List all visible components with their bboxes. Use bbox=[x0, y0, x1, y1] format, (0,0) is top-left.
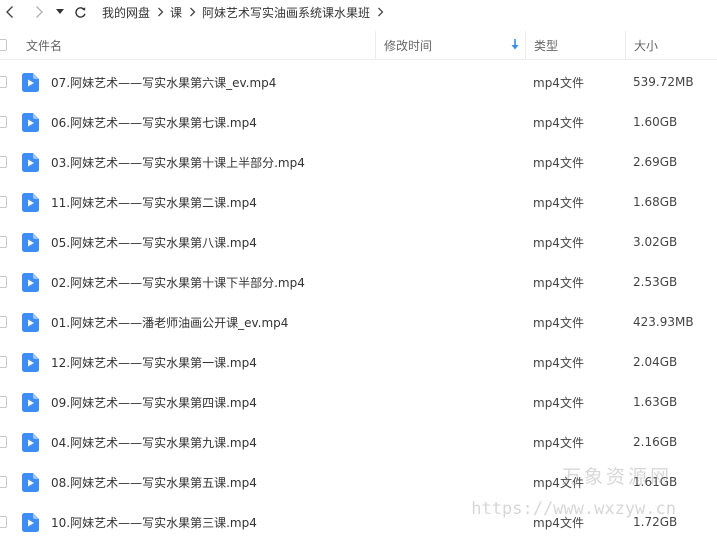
row-checkbox[interactable] bbox=[0, 422, 8, 462]
file-type: mp4文件 bbox=[533, 195, 584, 210]
row-checkbox[interactable] bbox=[0, 382, 8, 422]
file-size: 2.69GB bbox=[633, 155, 678, 169]
breadcrumb-item-course[interactable]: 课 bbox=[170, 4, 182, 21]
file-name[interactable]: 11.阿妹艺术——写实水果第二课.mp4 bbox=[51, 182, 257, 222]
file-name[interactable]: 05.阿妹艺术——写实水果第八课.mp4 bbox=[51, 222, 257, 262]
video-file-icon bbox=[22, 142, 40, 182]
row-checkbox[interactable] bbox=[0, 142, 8, 182]
chevron-right-icon[interactable] bbox=[28, 0, 50, 24]
file-type: mp4文件 bbox=[533, 275, 584, 290]
file-type: mp4文件 bbox=[533, 115, 584, 130]
column-header-type[interactable]: 类型 bbox=[525, 31, 625, 59]
video-file-icon bbox=[22, 502, 40, 541]
file-size: 3.02GB bbox=[633, 235, 678, 249]
file-size: 1.63GB bbox=[633, 395, 678, 409]
row-checkbox[interactable] bbox=[0, 302, 8, 342]
video-file-icon bbox=[22, 302, 40, 342]
video-file-icon bbox=[22, 262, 40, 302]
file-name[interactable]: 06.阿妹艺术——写实水果第七课.mp4 bbox=[51, 102, 257, 142]
file-row[interactable]: 05.阿妹艺术——写实水果第八课.mp4 mp4文件 3.02GB bbox=[0, 222, 717, 262]
video-file-icon bbox=[22, 62, 40, 102]
file-row[interactable]: 03.阿妹艺术——写实水果第十课上半部分.mp4 mp4文件 2.69GB bbox=[0, 142, 717, 182]
file-row[interactable]: 12.阿妹艺术——写实水果第一课.mp4 mp4文件 2.04GB bbox=[0, 342, 717, 382]
file-name[interactable]: 09.阿妹艺术——写实水果第四课.mp4 bbox=[51, 382, 257, 422]
file-row[interactable]: 01.阿妹艺术——潘老师油画公开课_ev.mp4 mp4文件 423.93MB bbox=[0, 302, 717, 342]
refresh-icon[interactable] bbox=[70, 0, 90, 24]
file-size: 2.16GB bbox=[633, 435, 678, 449]
file-type: mp4文件 bbox=[533, 155, 584, 170]
file-name[interactable]: 02.阿妹艺术——写实水果第十课下半部分.mp4 bbox=[51, 262, 305, 302]
row-checkbox[interactable] bbox=[0, 502, 8, 541]
row-checkbox[interactable] bbox=[0, 462, 8, 502]
file-name[interactable]: 12.阿妹艺术——写实水果第一课.mp4 bbox=[51, 342, 257, 382]
chevron-right-icon bbox=[150, 0, 170, 24]
file-size: 1.61GB bbox=[633, 475, 678, 489]
chevron-right-icon bbox=[182, 0, 202, 24]
video-file-icon bbox=[22, 222, 40, 262]
file-type: mp4文件 bbox=[533, 475, 584, 490]
file-type: mp4文件 bbox=[533, 355, 584, 370]
file-row[interactable]: 07.阿妹艺术——写实水果第六课_ev.mp4 mp4文件 539.72MB bbox=[0, 62, 717, 102]
row-checkbox[interactable] bbox=[0, 342, 8, 382]
breadcrumb: 我的网盘 课 阿妹艺术写实油画系统课水果班 bbox=[102, 0, 390, 24]
select-all-checkbox[interactable] bbox=[0, 31, 8, 59]
file-row[interactable]: 10.阿妹艺术——写实水果第三课.mp4 mp4文件 1.72GB bbox=[0, 502, 717, 541]
file-row[interactable]: 08.阿妹艺术——写实水果第五课.mp4 mp4文件 1.61GB bbox=[0, 462, 717, 502]
file-name[interactable]: 01.阿妹艺术——潘老师油画公开课_ev.mp4 bbox=[51, 302, 288, 342]
navigation-bar: 我的网盘 课 阿妹艺术写实油画系统课水果班 bbox=[0, 0, 717, 24]
file-size: 2.53GB bbox=[633, 275, 678, 289]
file-size: 1.72GB bbox=[633, 515, 678, 529]
file-type: mp4文件 bbox=[533, 515, 584, 530]
video-file-icon bbox=[22, 462, 40, 502]
column-header-modified-time-label: 修改时间 bbox=[384, 38, 433, 53]
file-name[interactable]: 04.阿妹艺术——写实水果第九课.mp4 bbox=[51, 422, 257, 462]
video-file-icon bbox=[22, 102, 40, 142]
chevron-right-icon[interactable] bbox=[370, 0, 390, 24]
file-list-header: 文件名 修改时间 类型 大小 bbox=[0, 31, 717, 60]
sort-down-arrow-icon bbox=[511, 39, 519, 53]
file-row[interactable]: 06.阿妹艺术——写实水果第七课.mp4 mp4文件 1.60GB bbox=[0, 102, 717, 142]
file-type: mp4文件 bbox=[533, 315, 584, 330]
video-file-icon bbox=[22, 182, 40, 222]
file-list: 07.阿妹艺术——写实水果第六课_ev.mp4 mp4文件 539.72MB 06.阿… bbox=[0, 62, 717, 541]
caret-down-icon[interactable] bbox=[54, 0, 66, 24]
file-size: 2.04GB bbox=[633, 355, 678, 369]
file-type: mp4文件 bbox=[533, 395, 584, 410]
row-checkbox[interactable] bbox=[0, 102, 8, 142]
file-type: mp4文件 bbox=[533, 235, 584, 250]
chevron-left-icon[interactable] bbox=[0, 0, 20, 24]
file-name[interactable]: 07.阿妹艺术——写实水果第六课_ev.mp4 bbox=[51, 62, 276, 102]
file-type: mp4文件 bbox=[533, 435, 584, 450]
column-header-name[interactable]: 文件名 bbox=[26, 31, 376, 59]
row-checkbox[interactable] bbox=[0, 182, 8, 222]
row-checkbox[interactable] bbox=[0, 62, 8, 102]
file-size: 1.68GB bbox=[633, 195, 678, 209]
file-row[interactable]: 09.阿妹艺术——写实水果第四课.mp4 mp4文件 1.63GB bbox=[0, 382, 717, 422]
file-row[interactable]: 04.阿妹艺术——写实水果第九课.mp4 mp4文件 2.16GB bbox=[0, 422, 717, 462]
column-header-size[interactable]: 大小 bbox=[625, 31, 717, 59]
file-name[interactable]: 08.阿妹艺术——写实水果第五课.mp4 bbox=[51, 462, 257, 502]
file-type: mp4文件 bbox=[533, 75, 584, 90]
file-size: 539.72MB bbox=[633, 75, 694, 89]
file-name[interactable]: 10.阿妹艺术——写实水果第三课.mp4 bbox=[51, 502, 257, 541]
video-file-icon bbox=[22, 422, 40, 462]
file-size: 1.60GB bbox=[633, 115, 678, 129]
breadcrumb-item-my-disk[interactable]: 我的网盘 bbox=[102, 4, 150, 21]
file-row[interactable]: 11.阿妹艺术——写实水果第二课.mp4 mp4文件 1.68GB bbox=[0, 182, 717, 222]
file-size: 423.93MB bbox=[633, 315, 694, 329]
breadcrumb-item-current-folder[interactable]: 阿妹艺术写实油画系统课水果班 bbox=[202, 4, 370, 21]
video-file-icon bbox=[22, 342, 40, 382]
file-row[interactable]: 02.阿妹艺术——写实水果第十课下半部分.mp4 mp4文件 2.53GB bbox=[0, 262, 717, 302]
column-header-modified-time[interactable]: 修改时间 bbox=[375, 31, 525, 59]
row-checkbox[interactable] bbox=[0, 222, 8, 262]
row-checkbox[interactable] bbox=[0, 262, 8, 302]
video-file-icon bbox=[22, 382, 40, 422]
file-name[interactable]: 03.阿妹艺术——写实水果第十课上半部分.mp4 bbox=[51, 142, 305, 182]
